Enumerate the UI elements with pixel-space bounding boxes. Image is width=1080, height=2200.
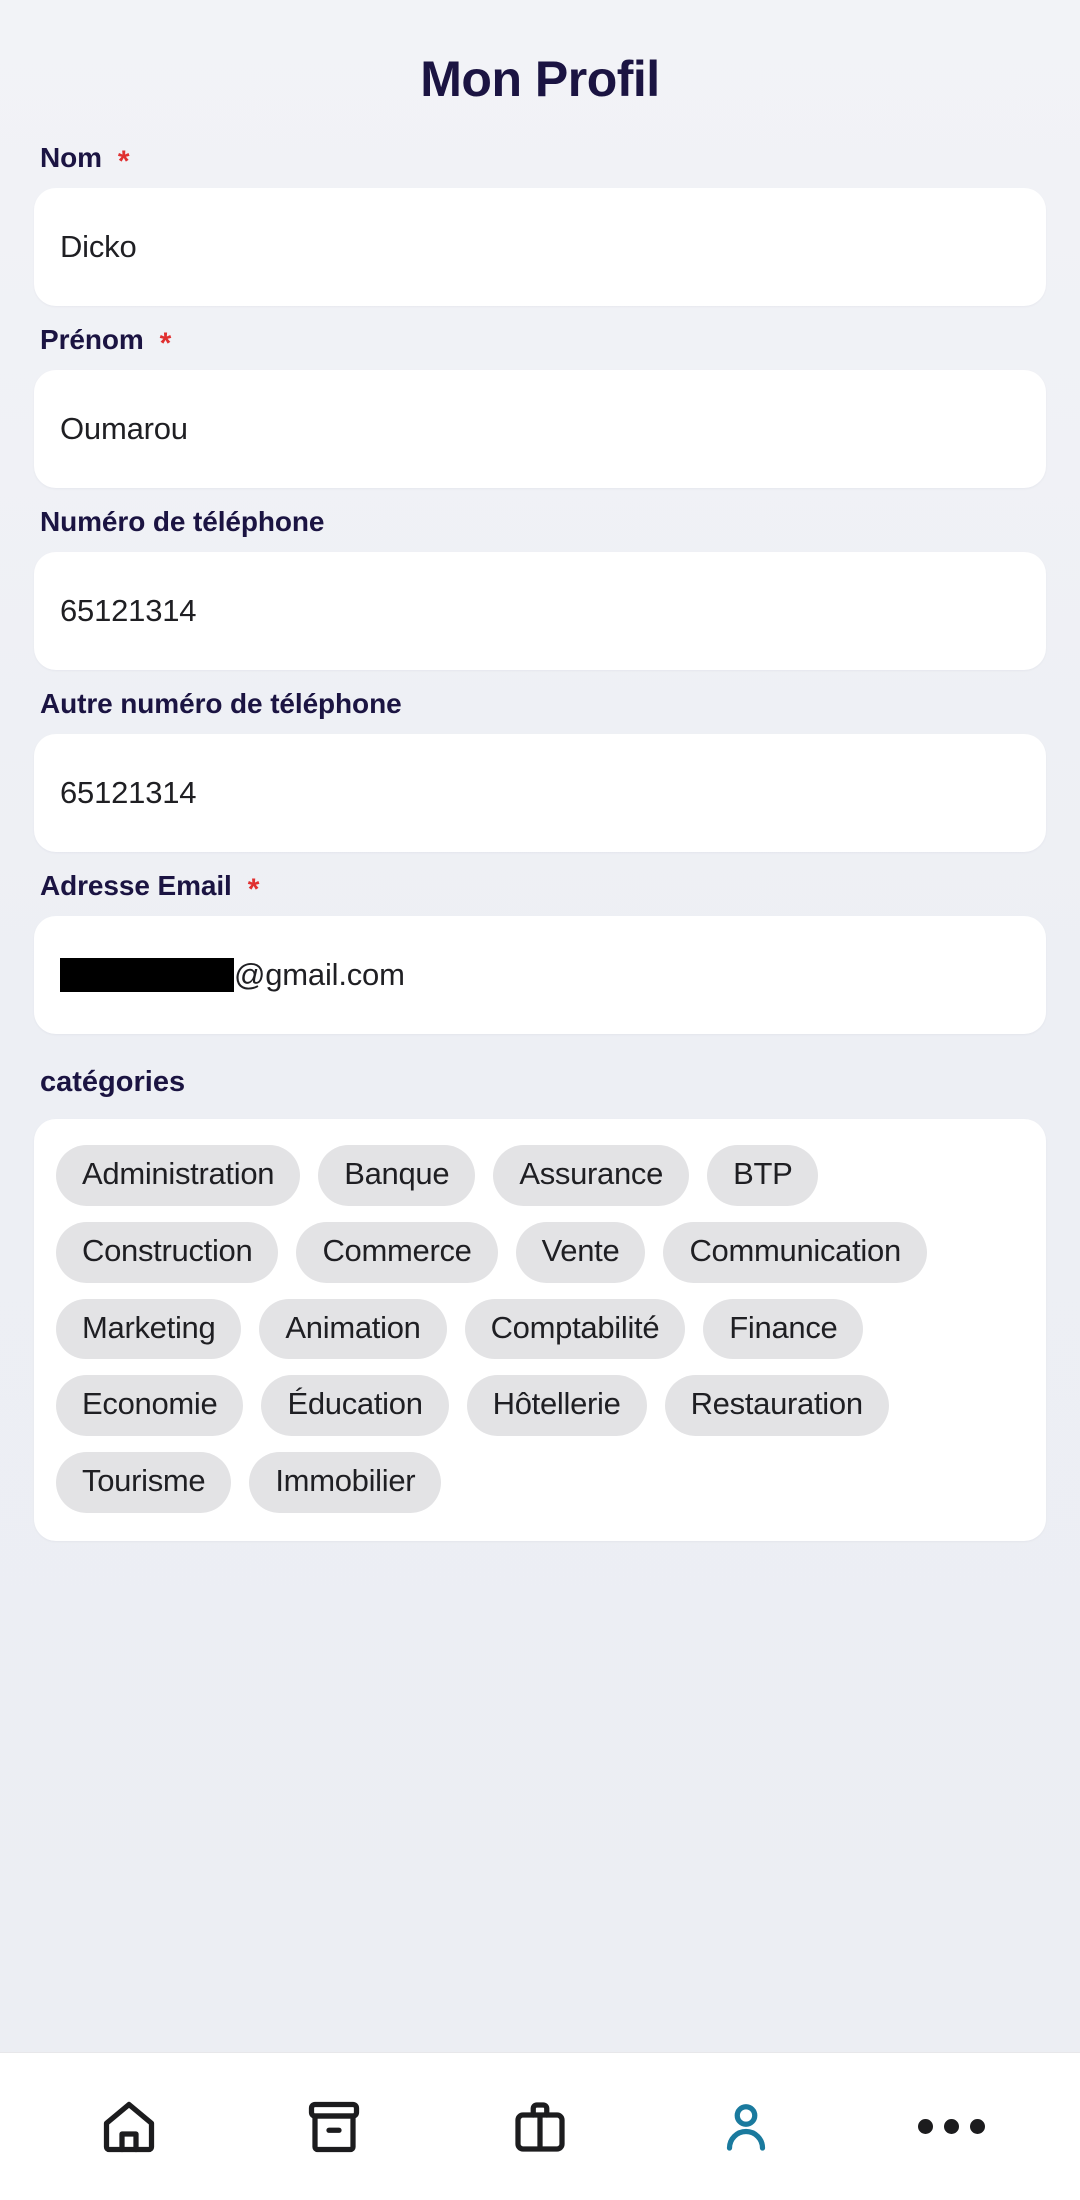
category-chip-list: Administration Banque Assurance BTP Construc… xyxy=(56,1145,1024,1513)
category-chip[interactable]: BTP xyxy=(707,1145,819,1206)
scroll-container[interactable]: Mon Profil Nom * Dicko Prénom * Oumarou Numéro… xyxy=(0,0,1080,2052)
category-chip[interactable]: Immobilier xyxy=(249,1452,442,1513)
input-email[interactable]: @gmail.com xyxy=(34,916,1046,1034)
input-value-telephone: 65121314 xyxy=(60,593,197,628)
category-chip[interactable]: Commerce xyxy=(296,1221,498,1283)
nav-item-home[interactable] xyxy=(59,2053,199,2200)
nav-item-jobs[interactable] xyxy=(470,2053,610,2200)
required-asterisk: * xyxy=(247,873,260,906)
field-label-email: Adresse Email * xyxy=(34,870,1046,916)
person-icon xyxy=(716,2097,776,2157)
input-autre-telephone[interactable]: 65121314 xyxy=(34,734,1046,852)
nav-item-profile[interactable] xyxy=(676,2053,816,2200)
category-chip[interactable]: Vente xyxy=(515,1221,646,1283)
category-chip[interactable]: Administration xyxy=(56,1145,301,1206)
field-prenom: Prénom * Oumarou xyxy=(34,324,1046,488)
field-label-telephone: Numéro de téléphone xyxy=(34,506,1046,552)
home-icon xyxy=(99,2097,159,2157)
input-nom[interactable]: Dicko xyxy=(34,188,1046,306)
field-label-prenom: Prénom * xyxy=(34,324,1046,370)
field-telephone: Numéro de téléphone 65121314 xyxy=(34,506,1046,670)
nav-item-archive[interactable] xyxy=(264,2053,404,2200)
category-chip[interactable]: Economie xyxy=(56,1375,244,1436)
more-icon xyxy=(917,2119,985,2134)
field-email: Adresse Email * @gmail.com xyxy=(34,870,1046,1034)
briefcase-icon xyxy=(510,2097,570,2157)
field-label-nom: Nom * xyxy=(34,142,1046,188)
field-label-text: Adresse Email xyxy=(40,870,232,901)
required-asterisk: * xyxy=(117,145,130,178)
input-value-autre-telephone: 65121314 xyxy=(60,775,197,810)
category-chip[interactable]: Hôtellerie xyxy=(466,1375,647,1436)
input-telephone[interactable]: 65121314 xyxy=(34,552,1046,670)
email-domain: @gmail.com xyxy=(234,957,405,992)
category-chip[interactable]: Marketing xyxy=(56,1298,242,1360)
nav-item-more[interactable] xyxy=(881,2053,1021,2200)
category-chip[interactable]: Assurance xyxy=(493,1145,690,1206)
categories-card: Administration Banque Assurance BTP Construc… xyxy=(34,1119,1046,1541)
category-chip[interactable]: Finance xyxy=(703,1298,864,1360)
field-label-autre-telephone: Autre numéro de téléphone xyxy=(34,688,1046,734)
category-chip[interactable]: Restauration xyxy=(664,1375,889,1436)
input-value-prenom: Oumarou xyxy=(60,411,188,446)
field-label-text: Autre numéro de téléphone xyxy=(40,688,402,719)
field-label-text: Prénom xyxy=(40,324,144,355)
archive-icon xyxy=(304,2097,364,2157)
category-chip[interactable]: Comptabilité xyxy=(464,1298,686,1360)
input-prenom[interactable]: Oumarou xyxy=(34,370,1046,488)
field-label-text: Numéro de téléphone xyxy=(40,506,325,537)
category-chip[interactable]: Construction xyxy=(56,1221,279,1283)
input-value-nom: Dicko xyxy=(60,229,137,264)
required-asterisk: * xyxy=(159,327,172,360)
category-chip[interactable]: Banque xyxy=(318,1145,476,1206)
field-label-text: Nom xyxy=(40,142,102,173)
page-title: Mon Profil xyxy=(420,51,660,107)
category-chip[interactable]: Communication xyxy=(663,1221,927,1283)
profile-form: Nom * Dicko Prénom * Oumarou Numéro de télépho… xyxy=(34,142,1046,1034)
category-chip[interactable]: Éducation xyxy=(261,1375,449,1436)
categories-label: catégories xyxy=(40,1066,186,1098)
field-nom: Nom * Dicko xyxy=(34,142,1046,306)
redaction-bar xyxy=(60,958,234,992)
profile-screen: Mon Profil Nom * Dicko Prénom * Oumarou Numéro… xyxy=(0,0,1080,2200)
input-value-email: @gmail.com xyxy=(60,957,405,993)
category-chip[interactable]: Tourisme xyxy=(56,1452,232,1513)
bottom-navigation-bar[interactable] xyxy=(0,2052,1080,2200)
field-autre-telephone: Autre numéro de téléphone 65121314 xyxy=(34,688,1046,852)
category-chip[interactable]: Animation xyxy=(259,1298,447,1360)
